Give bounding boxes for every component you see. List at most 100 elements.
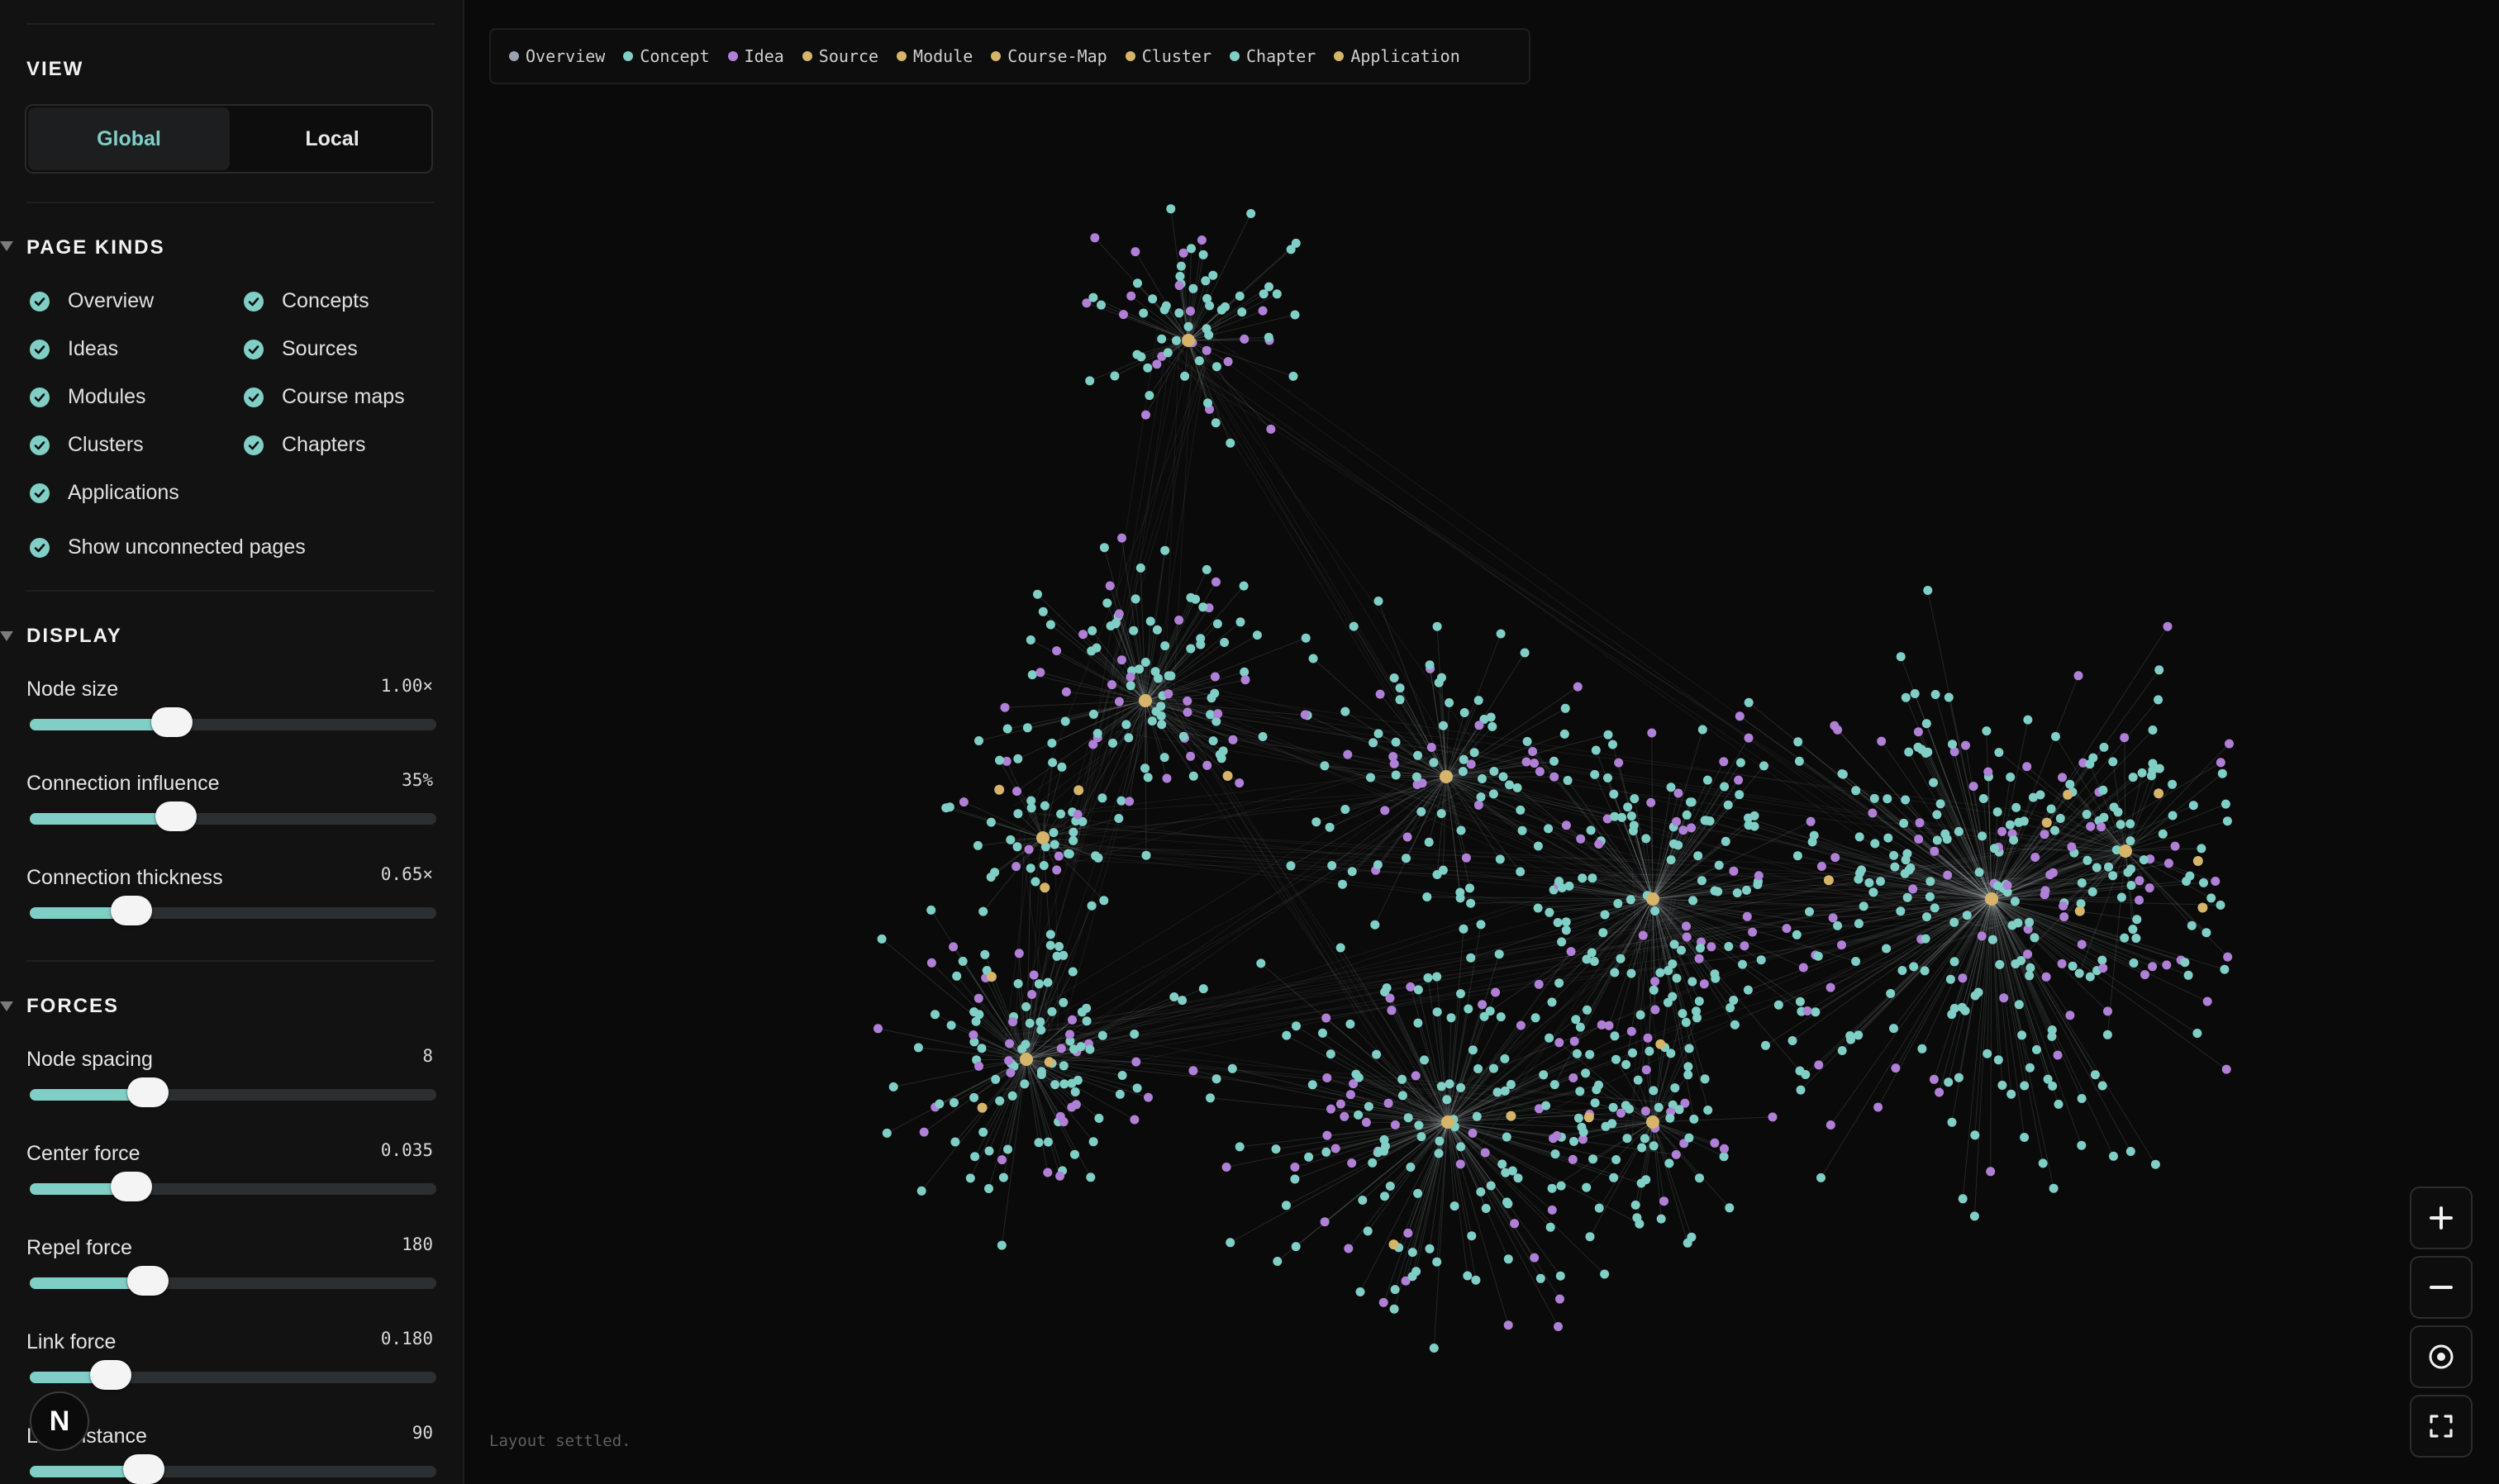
graph-node[interactable]	[1992, 881, 2002, 891]
graph-node[interactable]	[2099, 742, 2109, 752]
graph-node[interactable]	[1373, 860, 1383, 870]
graph-node[interactable]	[1949, 957, 1959, 967]
graph-node[interactable]	[2129, 958, 2139, 968]
graph-node[interactable]	[1027, 670, 1037, 680]
graph-node[interactable]	[1194, 356, 1204, 366]
graph-node[interactable]	[977, 1044, 987, 1054]
graph-hub-node[interactable]	[1655, 1039, 1666, 1049]
graph-node[interactable]	[2098, 963, 2108, 973]
graph-node[interactable]	[1196, 634, 1206, 644]
graph-node[interactable]	[1700, 816, 1710, 825]
page-kind-checkbox[interactable]: Applications	[30, 481, 179, 505]
graph-node[interactable]	[1183, 707, 1192, 717]
graph-node[interactable]	[1174, 308, 1184, 318]
graph-node[interactable]	[1432, 621, 1442, 631]
collapse-triangle-icon[interactable]	[0, 241, 13, 251]
graph-node[interactable]	[877, 934, 887, 944]
graph-node[interactable]	[1970, 1130, 1980, 1140]
graph-node[interactable]	[1638, 930, 1648, 940]
page-kind-checkbox[interactable]: Ideas	[30, 337, 118, 361]
graph-node[interactable]	[1140, 658, 1150, 667]
graph-node[interactable]	[1649, 1141, 1659, 1151]
graph-node[interactable]	[1614, 758, 1624, 768]
graph-node[interactable]	[1997, 826, 2007, 836]
graph-node[interactable]	[1930, 903, 1940, 913]
graph-hub-node[interactable]	[2041, 817, 2052, 828]
graph-hub-node[interactable]	[1646, 1115, 1659, 1129]
graph-node[interactable]	[1252, 630, 1262, 640]
graph-node[interactable]	[1301, 633, 1311, 643]
graph-node[interactable]	[1590, 769, 1600, 779]
graph-node[interactable]	[1480, 1148, 1490, 1158]
graph-node[interactable]	[1154, 673, 1163, 683]
graph-node[interactable]	[1318, 1028, 1327, 1038]
graph-node[interactable]	[1520, 648, 1530, 658]
graph-node[interactable]	[1429, 1344, 1439, 1353]
graph-node[interactable]	[1669, 939, 1679, 949]
graph-node[interactable]	[1549, 1134, 1558, 1144]
graph-node[interactable]	[1060, 716, 1070, 726]
graph-node[interactable]	[1345, 1090, 1355, 1100]
graph-node[interactable]	[1768, 1112, 1778, 1122]
graph-node[interactable]	[1073, 1075, 1083, 1085]
graph-node[interactable]	[1311, 817, 1321, 827]
graph-node[interactable]	[1132, 1083, 1142, 1093]
graph-node[interactable]	[1064, 849, 1074, 859]
graph-node[interactable]	[1489, 1063, 1498, 1073]
graph-node[interactable]	[1486, 712, 1496, 722]
graph-node[interactable]	[1990, 844, 1999, 854]
graph-node[interactable]	[1533, 841, 1543, 851]
graph-node[interactable]	[1034, 1138, 1044, 1148]
graph-node[interactable]	[1502, 1197, 1511, 1207]
graph-node[interactable]	[1759, 761, 1768, 771]
graph-node[interactable]	[2065, 1011, 2075, 1020]
graph-node[interactable]	[1055, 1111, 1065, 1121]
graph-node[interactable]	[2140, 970, 2149, 980]
graph-node[interactable]	[1742, 911, 1752, 921]
graph-hub-node[interactable]	[1222, 771, 1233, 781]
graph-node[interactable]	[1910, 689, 1920, 698]
graph-node[interactable]	[1710, 1138, 1720, 1148]
graph-node[interactable]	[1068, 967, 1078, 977]
graph-node[interactable]	[1550, 1149, 1560, 1159]
graph-node[interactable]	[1390, 1120, 1400, 1130]
graph-node[interactable]	[1656, 1214, 1666, 1224]
graph-node[interactable]	[1208, 736, 1218, 746]
graph-node[interactable]	[1507, 1166, 1517, 1176]
graph-node[interactable]	[2217, 768, 2227, 778]
graph-node[interactable]	[1320, 761, 1330, 771]
graph-node[interactable]	[1559, 729, 1569, 739]
graph-node[interactable]	[1056, 1044, 1066, 1054]
graph-node[interactable]	[1290, 1163, 1300, 1172]
graph-node[interactable]	[1699, 979, 1709, 989]
graph-node[interactable]	[949, 942, 959, 952]
graph-node[interactable]	[1825, 1120, 1835, 1130]
graph-node[interactable]	[1713, 887, 1723, 897]
graph-node[interactable]	[1456, 825, 1466, 835]
graph-node[interactable]	[1545, 907, 1554, 917]
graph-node[interactable]	[1237, 307, 1247, 317]
graph-node[interactable]	[1141, 850, 1151, 860]
graph-node[interactable]	[2077, 1094, 2087, 1103]
graph-node[interactable]	[1554, 1322, 1563, 1331]
graph-node[interactable]	[1368, 738, 1378, 748]
graph-node[interactable]	[1491, 987, 1501, 997]
graph-node[interactable]	[2025, 971, 2035, 981]
graph-node[interactable]	[2163, 859, 2173, 868]
graph-node[interactable]	[1488, 721, 1497, 731]
graph-node[interactable]	[2013, 918, 2023, 928]
graph-node[interactable]	[1578, 873, 1587, 883]
graph-node[interactable]	[1714, 860, 1724, 870]
slider-track[interactable]	[30, 707, 436, 737]
graph-node[interactable]	[2025, 963, 2035, 973]
graph-node[interactable]	[1126, 681, 1135, 691]
graph-node[interactable]	[1468, 1045, 1478, 1055]
graph-node[interactable]	[1735, 711, 1745, 721]
graph-node[interactable]	[1589, 957, 1599, 966]
graph-node[interactable]	[1363, 1226, 1373, 1236]
graph-node[interactable]	[1646, 797, 1656, 807]
graph-node[interactable]	[1271, 1144, 1281, 1154]
graph-node[interactable]	[1216, 754, 1226, 763]
graph-node[interactable]	[1300, 710, 1310, 720]
graph-node[interactable]	[1683, 1062, 1693, 1072]
